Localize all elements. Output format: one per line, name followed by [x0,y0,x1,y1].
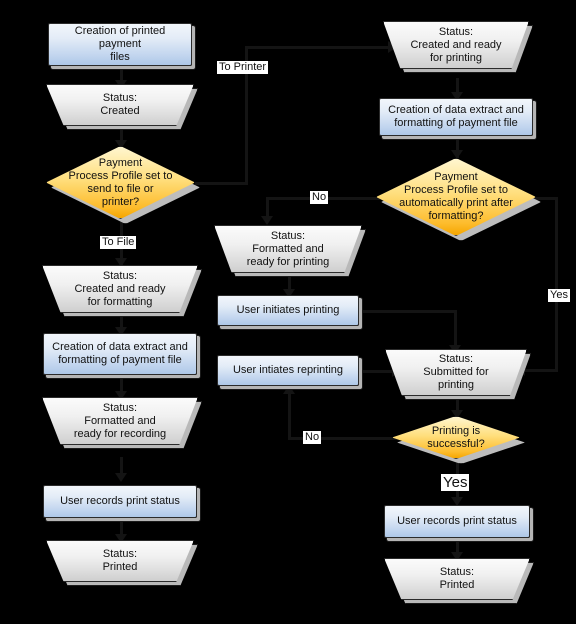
node-label: Status: Created [100,92,140,117]
arrowhead-n11-n12 [261,216,273,225]
edge-label-yes-auto-print: Yes [548,289,570,302]
node-user-records-print-status-left[interactable]: User records print status [43,485,197,518]
node-label: Status: Printed [102,548,138,573]
node-creation-of-data-extract-left[interactable]: Creation of data extract and formatting … [43,333,197,375]
node-user-initiates-printing[interactable]: User initiates printing [217,295,359,326]
node-label: Creation of data extract and formatting … [388,104,524,129]
node-status-formatted-and-ready-for-printing[interactable]: Status: Formatted and ready for printing [214,225,366,277]
node-label: User records print status [60,495,180,507]
node-label: Status: Formatted and ready for recordin… [73,401,167,440]
node-status-printed-left[interactable]: Status: Printed [46,540,198,586]
node-label: User records print status [397,515,517,527]
node-label: Printing is successful? [427,424,485,450]
edge-label-yes-print-success: Yes [441,474,470,491]
connector-n3-toprinter-seg1 [195,182,248,185]
node-label: Creation of data extract and formatting … [52,341,188,366]
node-label: Status: Printed [439,566,475,591]
node-user-records-print-status-right[interactable]: User records print status [384,505,530,538]
node-status-formatted-and-ready-for-recording[interactable]: Status: Formatted and ready for recordin… [42,397,202,449]
node-user-intiates-reprinting[interactable]: User intiates reprinting [217,355,359,386]
node-status-created-and-ready-for-printing[interactable]: Status: Created and ready for printing [383,21,533,73]
node-decision-automatically-print-after-formatting[interactable]: Payment Process Profile set to automatic… [376,158,541,241]
node-label: User initiates printing [236,304,340,316]
node-label: Creation of printed payment files [74,25,166,63]
node-label: Payment Process Profile set to send to f… [68,156,173,208]
edge-label-no-print-failed: No [303,431,322,444]
edge-label-no-auto-print: No [310,191,329,204]
arrowhead-n16-n14 [283,385,295,394]
node-status-created[interactable]: Status: Created [46,84,198,130]
node-creation-of-printed-payment-files[interactable]: Creation of printed payment files [48,23,192,66]
node-label: Status: Formatted and ready for printing [246,229,330,268]
flowchart-canvas: Creation of printed payment files Status… [0,0,576,624]
connector-n11-yes-seg3 [522,369,558,372]
edge-label-to-printer: To Printer [217,61,269,74]
connector-n16-no-seg2 [288,392,291,440]
node-status-printed-right[interactable]: Status: Printed [384,558,534,604]
edge-label-to-file: To File [100,236,137,249]
node-label: Status: Created and ready for formatting [74,269,166,308]
connector-n13-n15-seg1 [358,310,457,313]
connector-n3-toprinter-seg3 [245,46,393,49]
node-status-submitted-for-printing[interactable]: Status: Submitted for printing [385,349,531,400]
node-creation-of-data-extract-right[interactable]: Creation of data extract and formatting … [379,98,533,136]
node-decision-printing-is-successful[interactable]: Printing is successful? [392,416,525,464]
node-status-created-and-ready-for-formatting[interactable]: Status: Created and ready for formatting [42,265,202,317]
node-label: User intiates reprinting [232,364,344,376]
arrowhead-n6-n7 [115,473,127,482]
node-label: Payment Process Profile set to automatic… [399,171,513,222]
node-label: Status: Submitted for printing [423,353,489,391]
connector-n11-yes-seg2 [555,197,558,372]
node-label: Status: Created and ready for printing [410,25,502,64]
node-decision-send-to-file-or-printer[interactable]: Payment Process Profile set to send to f… [46,146,200,224]
